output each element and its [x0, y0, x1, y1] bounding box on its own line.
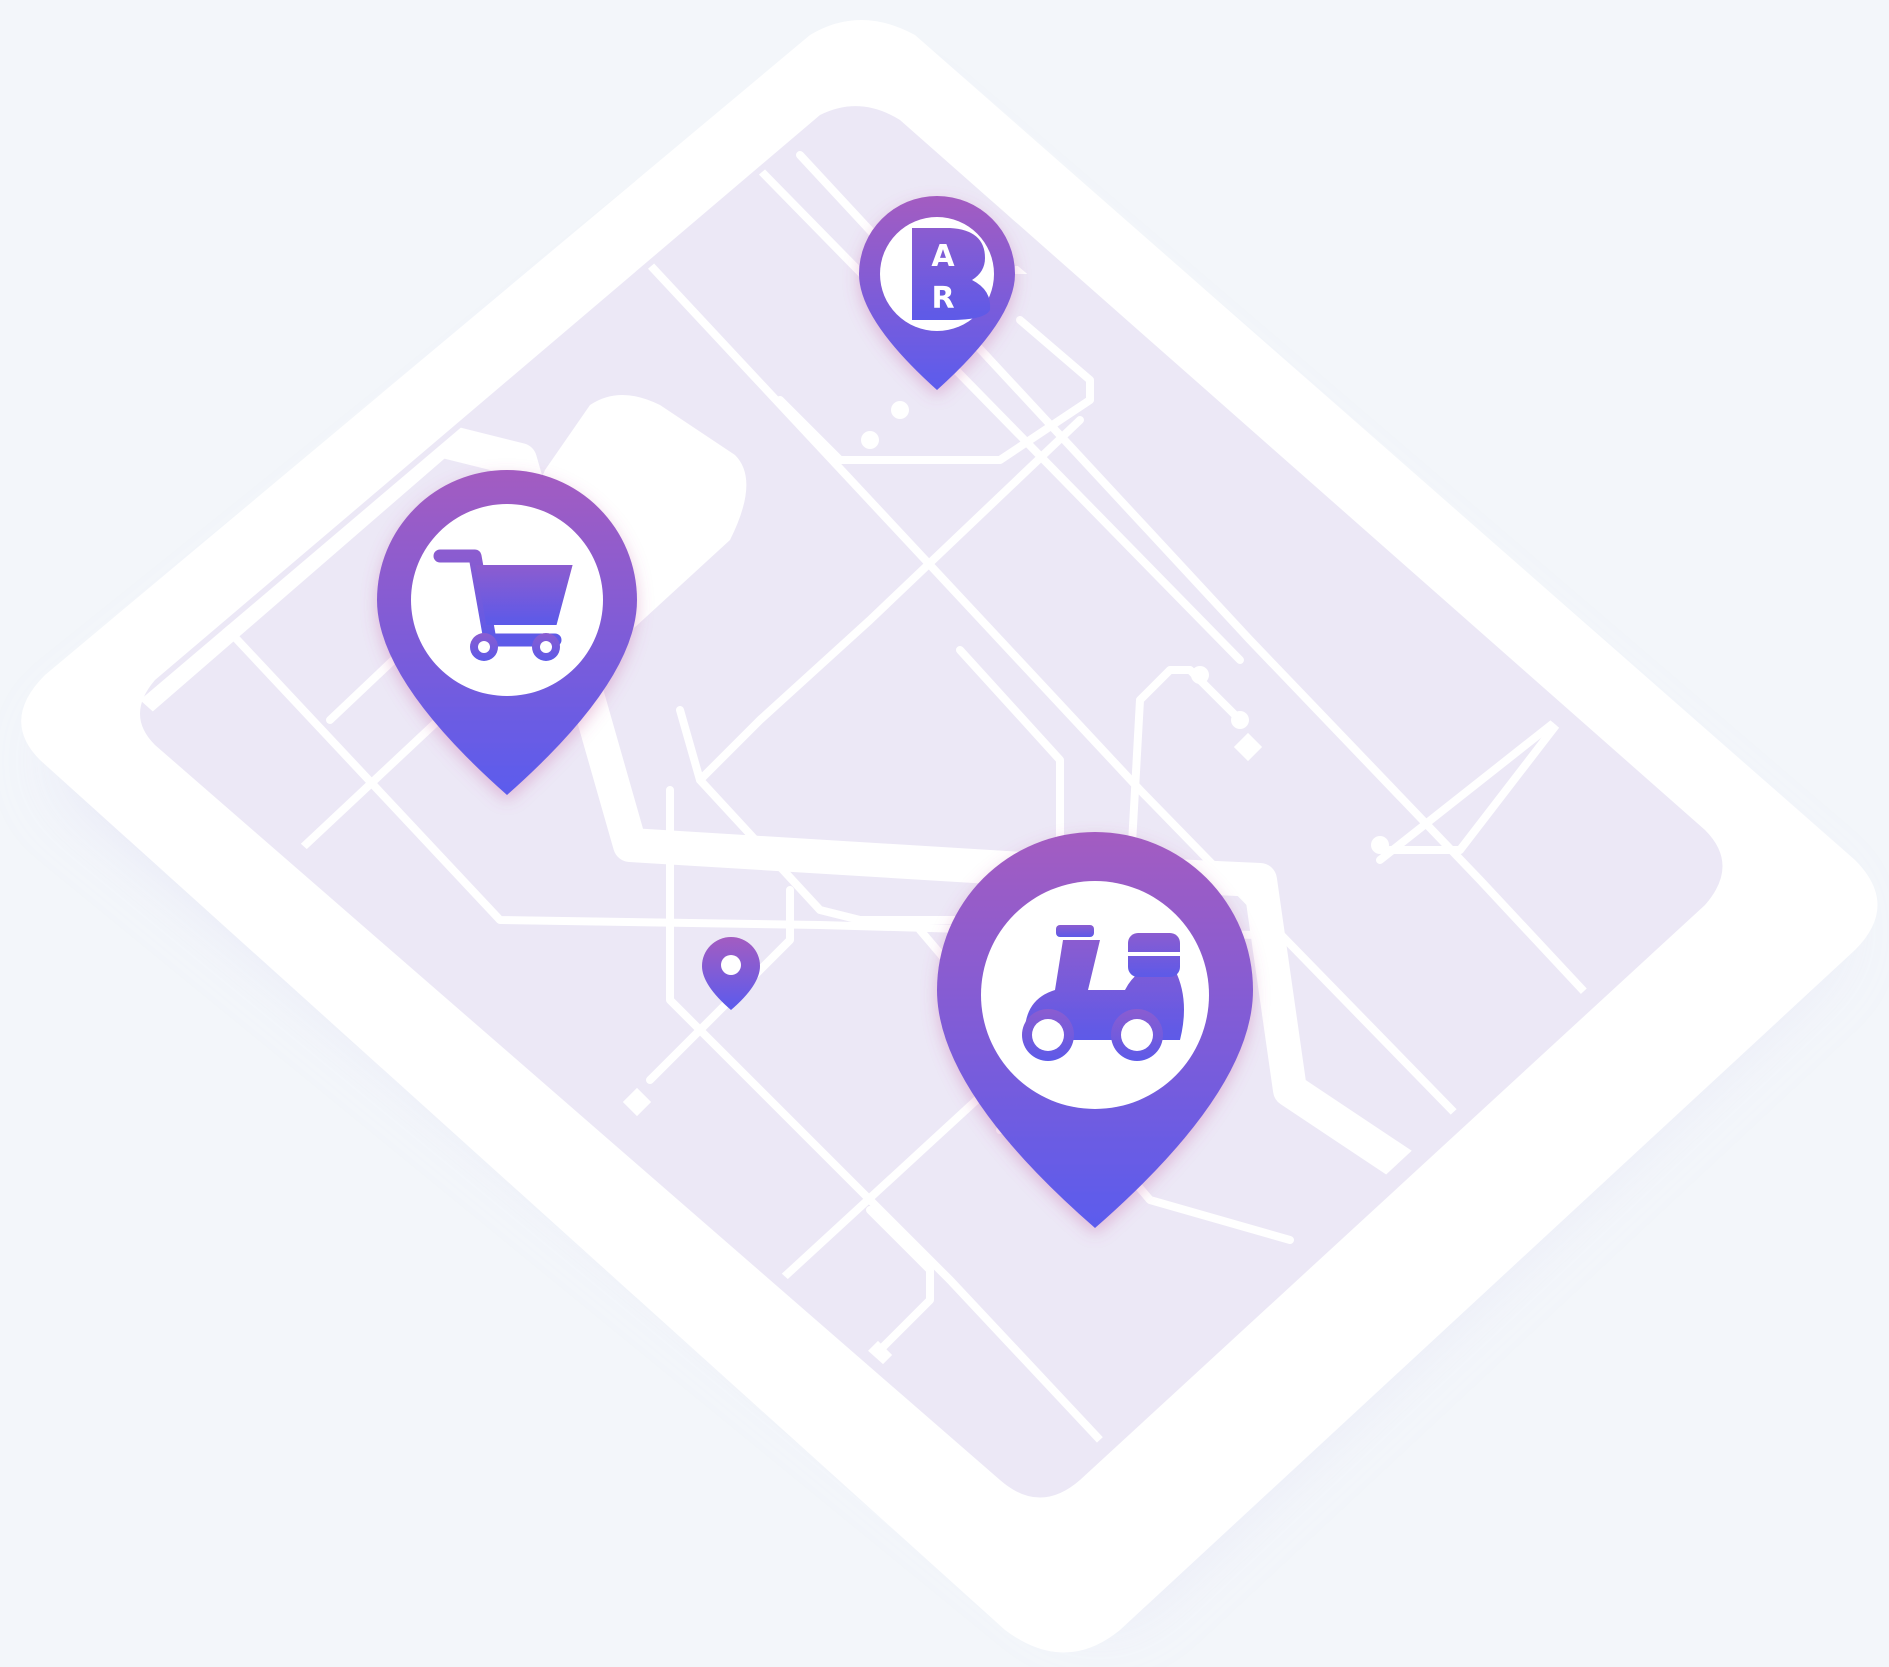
bar-letter-top: A	[931, 239, 955, 274]
map-device-graphic: A R	[21, 20, 1878, 1653]
bar-letter-bottom: R	[931, 281, 954, 316]
bar-logo-icon: A R	[912, 228, 991, 320]
map-illustration: A R	[0, 0, 1889, 1667]
location-dot-icon	[721, 955, 741, 975]
